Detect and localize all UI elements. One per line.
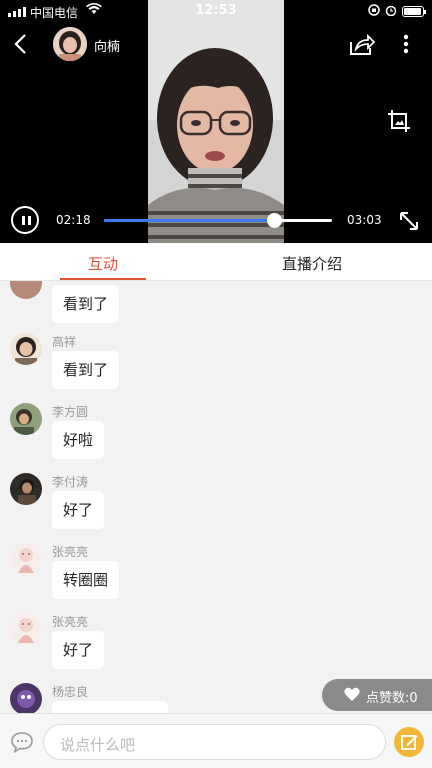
tab-live-intro[interactable]: 直播介绍 xyxy=(262,253,362,274)
list-item: 看到了 xyxy=(0,281,432,337)
alarm-icon xyxy=(385,4,397,19)
avatar[interactable] xyxy=(10,543,42,575)
message-bubble xyxy=(52,701,168,713)
pause-button[interactable] xyxy=(11,206,39,234)
fullscreen-button[interactable] xyxy=(398,210,420,232)
active-tab-indicator xyxy=(60,278,146,280)
orientation-lock-icon xyxy=(368,4,380,19)
list-item: 高祥 看到了 xyxy=(0,333,432,403)
chat-list[interactable]: 看到了 高祥 看到了 李方圆 好啦 李付涛 好了 张亮亮 转圈圈 张亮亮 好了 … xyxy=(0,281,432,713)
progress-fill xyxy=(104,219,275,222)
back-button[interactable] xyxy=(10,30,34,58)
message-bubble: 好啦 xyxy=(52,421,105,459)
sender-name: 张亮亮 xyxy=(52,545,89,559)
more-vertical-icon xyxy=(403,34,409,54)
progress-bar[interactable] xyxy=(104,213,332,228)
more-button[interactable] xyxy=(396,30,416,58)
tab-bar: 互动 直播介绍 xyxy=(0,243,432,281)
share-icon xyxy=(350,33,376,55)
sender-name: 杨忠良 xyxy=(52,685,89,699)
avatar[interactable] xyxy=(10,333,42,365)
current-time: 02:18 xyxy=(56,213,91,227)
sender-name: 高祥 xyxy=(52,335,77,349)
message-bubble: 好了 xyxy=(52,631,105,669)
live-room-screen: 中国电信 12:53 向楠 02:18 03:03 互动 直播介绍 看到了 高祥… xyxy=(0,0,432,768)
avatar[interactable] xyxy=(10,281,42,299)
battery-icon xyxy=(402,6,426,17)
tab-interaction[interactable]: 互动 xyxy=(60,253,146,274)
like-counter-button[interactable]: 点赞数:0 xyxy=(322,679,432,711)
list-item: 张亮亮 好了 xyxy=(0,613,432,683)
screenshot-button[interactable] xyxy=(386,108,412,134)
host-name[interactable]: 向楠 xyxy=(94,36,120,55)
comment-placeholder: 说点什么吧 xyxy=(60,736,136,754)
comment-input[interactable]: 说点什么吧 xyxy=(43,724,386,760)
crop-icon xyxy=(388,110,410,132)
list-item: 李付涛 好了 xyxy=(0,473,432,543)
expand-icon xyxy=(400,212,418,230)
list-item: 张亮亮 转圈圈 xyxy=(0,543,432,613)
sender-name: 李付涛 xyxy=(52,475,89,489)
sender-name: 张亮亮 xyxy=(52,615,89,629)
message-bubble: 看到了 xyxy=(52,351,120,389)
chevron-left-icon xyxy=(14,34,26,54)
live-video-frame xyxy=(148,0,284,243)
heart-icon xyxy=(344,687,360,706)
video-player[interactable]: 中国电信 12:53 向楠 02:18 03:03 xyxy=(0,0,432,243)
sender-name: 李方圆 xyxy=(52,405,89,419)
status-bar: 中国电信 12:53 xyxy=(0,0,432,22)
edit-icon xyxy=(401,735,418,750)
comment-bar: 说点什么吧 xyxy=(0,713,432,768)
message-bubble: 好了 xyxy=(52,491,105,529)
message-bubble: 转圈圈 xyxy=(52,561,120,599)
avatar[interactable] xyxy=(10,683,42,713)
comment-icon[interactable] xyxy=(10,731,34,754)
host-avatar[interactable] xyxy=(53,27,87,61)
send-button[interactable] xyxy=(394,727,424,757)
message-bubble: 看到了 xyxy=(52,285,120,323)
share-button[interactable] xyxy=(347,30,376,58)
avatar[interactable] xyxy=(10,613,42,645)
like-count: 点赞数:0 xyxy=(366,691,418,706)
status-icons xyxy=(368,4,426,19)
avatar[interactable] xyxy=(10,473,42,505)
total-time: 03:03 xyxy=(347,213,382,227)
avatar[interactable] xyxy=(10,403,42,435)
list-item: 李方圆 好啦 xyxy=(0,403,432,473)
